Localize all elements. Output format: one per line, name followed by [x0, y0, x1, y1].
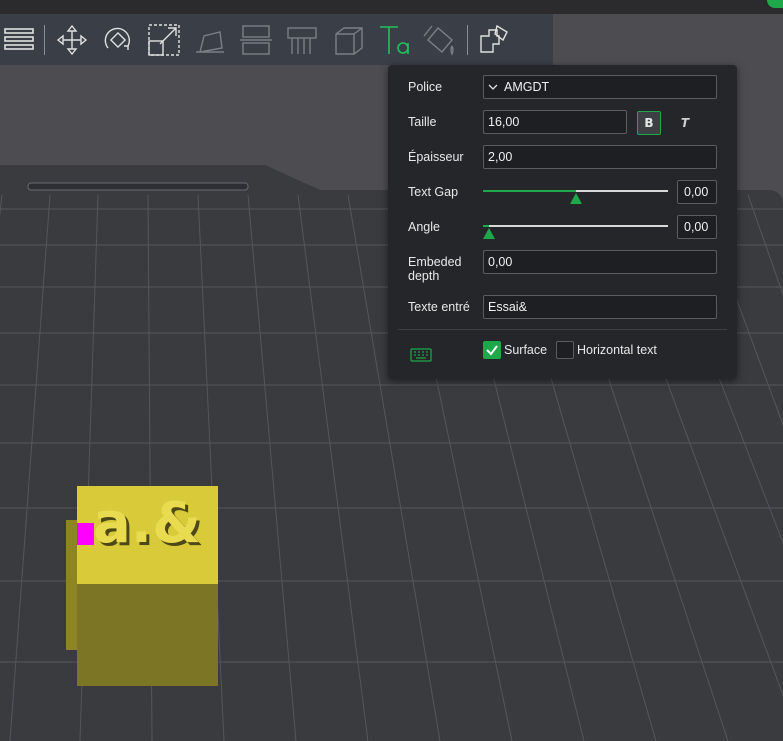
text-gap-slider-thumb[interactable]	[569, 193, 582, 204]
angle-slider-fill	[483, 225, 489, 227]
lay-on-face-icon[interactable]	[187, 14, 233, 65]
size-label: Taille	[408, 115, 437, 129]
embeded-depth-label-line2: depth	[408, 269, 440, 283]
bold-button[interactable]: B	[637, 111, 661, 135]
chevron-down-icon	[488, 80, 500, 94]
angle-slider-thumb[interactable]	[482, 228, 495, 239]
embeded-depth-input[interactable]: 0,00	[483, 250, 717, 274]
font-value: AMGDT	[504, 80, 550, 94]
text-gap-input[interactable]: 0,00	[677, 180, 717, 204]
embeded-depth-label-line1: Embeded	[408, 255, 462, 269]
angle-input[interactable]: 0,00	[677, 215, 717, 239]
assembly-icon[interactable]	[472, 14, 518, 65]
font-label: Police	[408, 80, 443, 94]
bed-label-plate	[27, 182, 249, 191]
move-icon[interactable]	[49, 14, 95, 65]
thickness-label: Épaisseur	[408, 150, 464, 164]
model-text: a.&	[93, 491, 201, 556]
text-placement-marker	[77, 523, 94, 545]
surface-label: Surface	[504, 343, 548, 357]
gizmo-toolbar	[0, 14, 553, 65]
embeded-depth-label: Embeded depth	[408, 255, 462, 283]
size-input[interactable]: 16,00	[483, 110, 627, 134]
italic-button[interactable]: T	[673, 111, 697, 135]
text-input[interactable]: Essai&	[483, 295, 717, 319]
text-tool-panel: Police AMGDT Taille 16,00 B T Épaisseur …	[388, 65, 737, 379]
font-select[interactable]: AMGDT	[483, 75, 717, 99]
check-icon	[486, 345, 498, 356]
text-tool-icon[interactable]	[371, 14, 417, 65]
menu-icon[interactable]	[0, 14, 40, 65]
support-paint-icon[interactable]	[279, 14, 325, 65]
thickness-input[interactable]: 2,00	[483, 145, 717, 169]
seam-paint-icon[interactable]	[325, 14, 371, 65]
text-input-label: Texte entré	[408, 300, 470, 314]
angle-label: Angle	[408, 220, 440, 234]
scale-icon[interactable]	[141, 14, 187, 65]
color-paint-icon[interactable]	[417, 14, 463, 65]
horizontal-text-label: Horizontal text	[577, 343, 657, 357]
keyboard-icon[interactable]	[410, 347, 432, 366]
status-indicator	[767, 0, 783, 8]
top-bar	[0, 0, 783, 14]
surface-checkbox[interactable]	[483, 341, 501, 359]
rotate-icon[interactable]	[95, 14, 141, 65]
text-gap-label: Text Gap	[408, 185, 459, 199]
toolbar-separator	[467, 24, 468, 55]
toolbar-separator	[44, 24, 45, 55]
cut-icon[interactable]	[233, 14, 279, 65]
text-gap-slider-fill	[483, 190, 576, 192]
panel-divider	[398, 329, 727, 330]
angle-slider-track[interactable]	[483, 225, 668, 227]
model-cube: a.& a.&	[66, 486, 218, 686]
horizontal-text-checkbox[interactable]	[556, 341, 574, 359]
